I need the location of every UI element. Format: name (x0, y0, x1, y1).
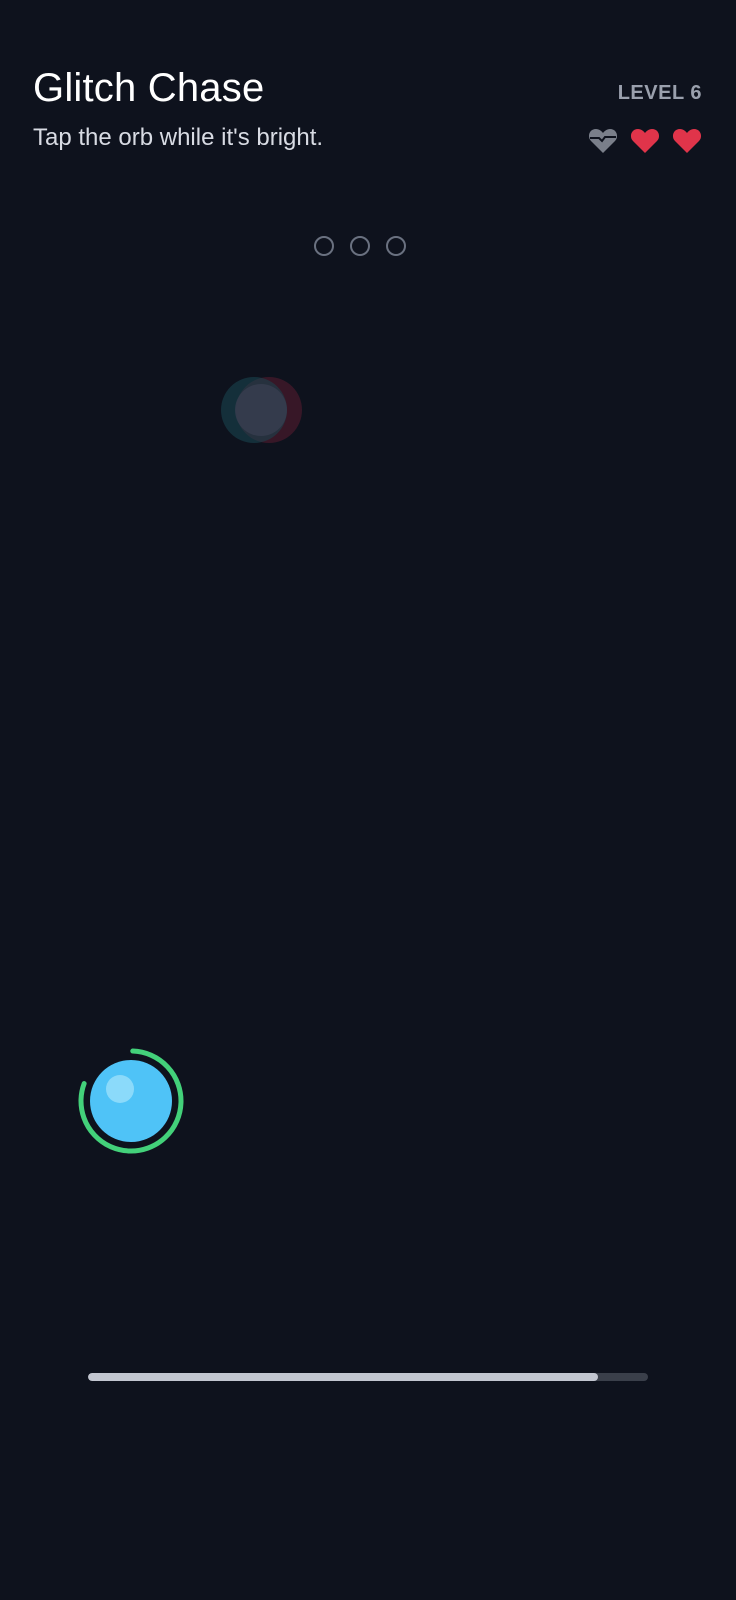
heart-icon (672, 129, 702, 153)
level-indicator: LEVEL 6 (617, 82, 702, 104)
lives-display (588, 126, 702, 154)
combo-dot (386, 236, 406, 256)
target-orb[interactable] (76, 1046, 186, 1156)
heart-icon (630, 129, 660, 153)
instruction-text: Tap the orb while it's bright. (33, 124, 324, 151)
combo-dot (314, 236, 334, 256)
ghost-orb-icon[interactable] (220, 374, 310, 446)
heart-broken-icon (588, 129, 618, 153)
combo-indicator (314, 236, 406, 256)
round-progress-fill (88, 1373, 598, 1381)
orb-icon[interactable] (76, 1046, 186, 1156)
round-progress-bar (88, 1373, 648, 1381)
combo-dot (350, 236, 370, 256)
game-title: Glitch Chase (33, 66, 265, 110)
